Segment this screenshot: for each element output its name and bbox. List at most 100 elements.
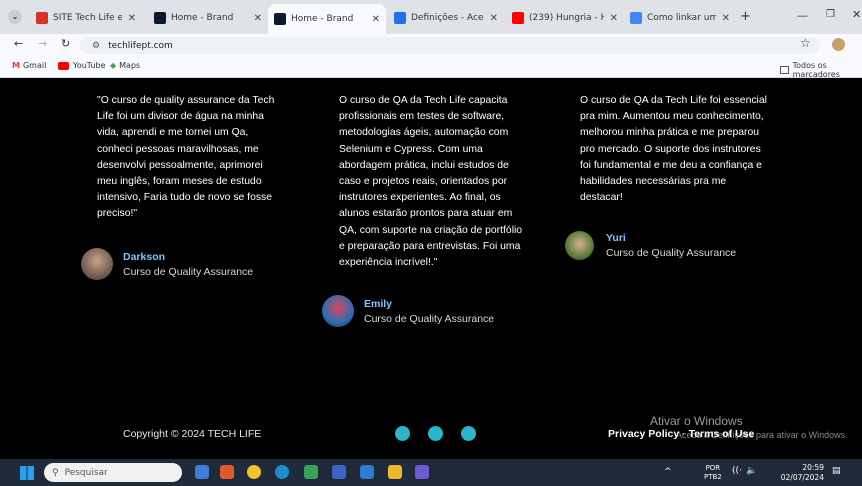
- quote-line: Life foi um divisor de água na minha: [97, 111, 264, 123]
- quote-line: caso e projetos reais, orientados por: [339, 176, 508, 188]
- bookmark-maps[interactable]: ◆ Maps: [110, 61, 140, 70]
- windows-activation-title: Ativar o Windows: [650, 414, 743, 428]
- tab-favicon-icon: [394, 12, 406, 24]
- page-content: "O curso de quality assurance da Tech Lif…: [0, 78, 862, 459]
- tab-close-icon[interactable]: ✕: [128, 13, 136, 24]
- forward-icon[interactable]: →: [38, 37, 47, 50]
- app-icon[interactable]: [220, 465, 234, 479]
- quote-line: e preparação para entrevistas. Foi uma: [339, 240, 521, 252]
- facebook-icon[interactable]: [395, 426, 410, 441]
- back-icon[interactable]: ←: [14, 37, 23, 50]
- reload-icon[interactable]: ↻: [61, 37, 70, 50]
- tab-title: Definições - Acerca d: [411, 13, 484, 23]
- bookmarks-bar: M Gmail YouTube ◆ Maps Todos os marcador…: [0, 56, 862, 79]
- store-icon[interactable]: [360, 465, 374, 479]
- bookmark-gmail[interactable]: M Gmail: [12, 61, 46, 70]
- tab-favicon-icon: [512, 12, 524, 24]
- browser-tab[interactable]: (239) Hungria - Hoje ✕: [506, 6, 624, 30]
- profile-avatar[interactable]: [832, 38, 845, 51]
- tab-title: (239) Hungria - Hoje: [529, 13, 604, 23]
- avatar: [565, 231, 594, 260]
- browser-tab-strip: ⌄ SITE Tech Life em EST✕Home - Brand✕Hom…: [0, 0, 862, 34]
- quote-line: QA, com suporte na criação de portfólio: [339, 224, 523, 236]
- testimonial-author-2: Emily Curso de Quality Assurance: [322, 295, 494, 327]
- bookmark-youtube[interactable]: YouTube: [58, 61, 106, 70]
- copyright-text: Copyright © 2024 TECH LIFE: [123, 428, 262, 440]
- minimize-button[interactable]: —: [797, 9, 808, 22]
- volume-icon[interactable]: 🔈: [746, 466, 757, 476]
- quote-line: experiência incrível!.": [339, 257, 438, 269]
- quote-line: pro mercado. O suporte dos instrutores: [580, 143, 761, 155]
- tab-close-icon[interactable]: ✕: [372, 14, 380, 25]
- close-window-button[interactable]: ✕: [852, 8, 861, 21]
- quote-line: intensivo, Faria tudo de novo se fosse: [97, 192, 273, 204]
- quote-line: instrutores experientes. Ao final, os: [339, 192, 501, 204]
- quote-line: melhorou minha prática e me preparou: [580, 127, 760, 139]
- privacy-policy-link[interactable]: Privacy Policy: [608, 428, 679, 440]
- youtube-icon: [58, 61, 69, 70]
- notifications-icon[interactable]: ▤: [832, 466, 841, 476]
- footer-links: Privacy Policy · Terms of Use: [608, 428, 754, 440]
- site-info-icon[interactable]: ⚙: [92, 41, 100, 51]
- quote-line: "O curso de quality assurance da Tech: [97, 95, 275, 106]
- browser-tab[interactable]: Como linkar um site ✕: [624, 6, 736, 30]
- browser-tab[interactable]: Definições - Acerca d ✕: [388, 6, 504, 30]
- quote-line: profissionais em testes de software,: [339, 111, 505, 123]
- address-bar[interactable]: ⚙ techlifept.com: [80, 37, 820, 54]
- quote-line: preciso!": [97, 208, 138, 220]
- tab-close-icon[interactable]: ✕: [722, 13, 730, 24]
- quote-line: foi fundamental e me deu a confiança e: [580, 159, 762, 171]
- terms-of-use-link[interactable]: Terms of Use: [689, 428, 755, 440]
- tab-title: Home - Brand: [291, 14, 354, 24]
- browser-tab[interactable]: Home - Brand ✕: [148, 6, 268, 30]
- tab-favicon-icon: [274, 13, 286, 25]
- tab-close-icon[interactable]: ✕: [490, 13, 498, 24]
- author-name: Darkson: [123, 250, 166, 263]
- app-icon[interactable]: [304, 465, 318, 479]
- new-tab-button[interactable]: +: [740, 9, 751, 24]
- quote-line: pra mim. Aumentou meu conhecimento,: [580, 111, 764, 123]
- author-course: Curso de Quality Assurance: [123, 265, 254, 278]
- quote-line: O curso de QA da Tech Life capacita: [339, 95, 508, 106]
- tray-chevron-icon[interactable]: ^: [664, 467, 672, 477]
- file-explorer-icon[interactable]: [388, 465, 402, 479]
- wifi-icon[interactable]: ((·: [732, 466, 742, 476]
- instagram-icon[interactable]: [461, 426, 476, 441]
- edge-icon[interactable]: [275, 465, 289, 479]
- windows-start-icon[interactable]: [20, 466, 34, 480]
- quote-line: O curso de QA da Tech Life foi essencial: [580, 95, 767, 106]
- quote-line: Selenium e Cypress. Com uma: [339, 143, 483, 155]
- quote-line: conheci pessoas maravilhosas, me: [97, 143, 259, 155]
- folder-icon: [780, 66, 789, 74]
- author-course: Curso de Quality Assurance: [364, 312, 495, 325]
- task-view-icon[interactable]: [195, 465, 209, 479]
- tab-close-icon[interactable]: ✕: [610, 13, 618, 24]
- all-bookmarks-folder[interactable]: Todos os marcadores: [780, 61, 862, 79]
- avatar: [322, 295, 354, 327]
- clock[interactable]: 20:59 02/07/2024: [780, 463, 824, 483]
- restore-button[interactable]: ❐: [826, 9, 835, 20]
- language-indicator[interactable]: POR PTB2: [704, 464, 722, 482]
- tab-search-button[interactable]: ⌄: [8, 10, 22, 24]
- testimonial-author-1: Darkson Curso de Quality Assurance: [81, 248, 253, 280]
- tab-favicon-icon: [630, 12, 642, 24]
- browser-tab[interactable]: SITE Tech Life em EST ✕: [30, 6, 142, 30]
- app-icon[interactable]: [332, 465, 346, 479]
- app-icon[interactable]: [415, 465, 429, 479]
- tab-title: SITE Tech Life em EST: [53, 13, 122, 23]
- author-name: Yuri: [606, 232, 626, 244]
- author-course: Curso de Quality Assurance: [606, 247, 737, 259]
- chrome-icon[interactable]: [247, 465, 261, 479]
- footer-link-separator: ·: [682, 428, 686, 440]
- quote-line: meu inglês, foram meses de estudo: [97, 176, 262, 188]
- browser-tab[interactable]: Home - Brand ✕: [268, 4, 386, 34]
- tab-close-icon[interactable]: ✕: [254, 13, 262, 24]
- taskbar-search-input[interactable]: ⚲ Pesquisar: [44, 463, 182, 482]
- quote-line: abordagem prática, inclui estudos de: [339, 159, 509, 171]
- bookmark-star-icon[interactable]: ☆: [800, 36, 811, 50]
- url-text: techlifept.com: [108, 40, 173, 51]
- tab-favicon-icon: [154, 12, 166, 24]
- tab-favicon-icon: [36, 12, 48, 24]
- linkedin-icon[interactable]: [428, 426, 443, 441]
- tab-title: Home - Brand: [171, 13, 234, 23]
